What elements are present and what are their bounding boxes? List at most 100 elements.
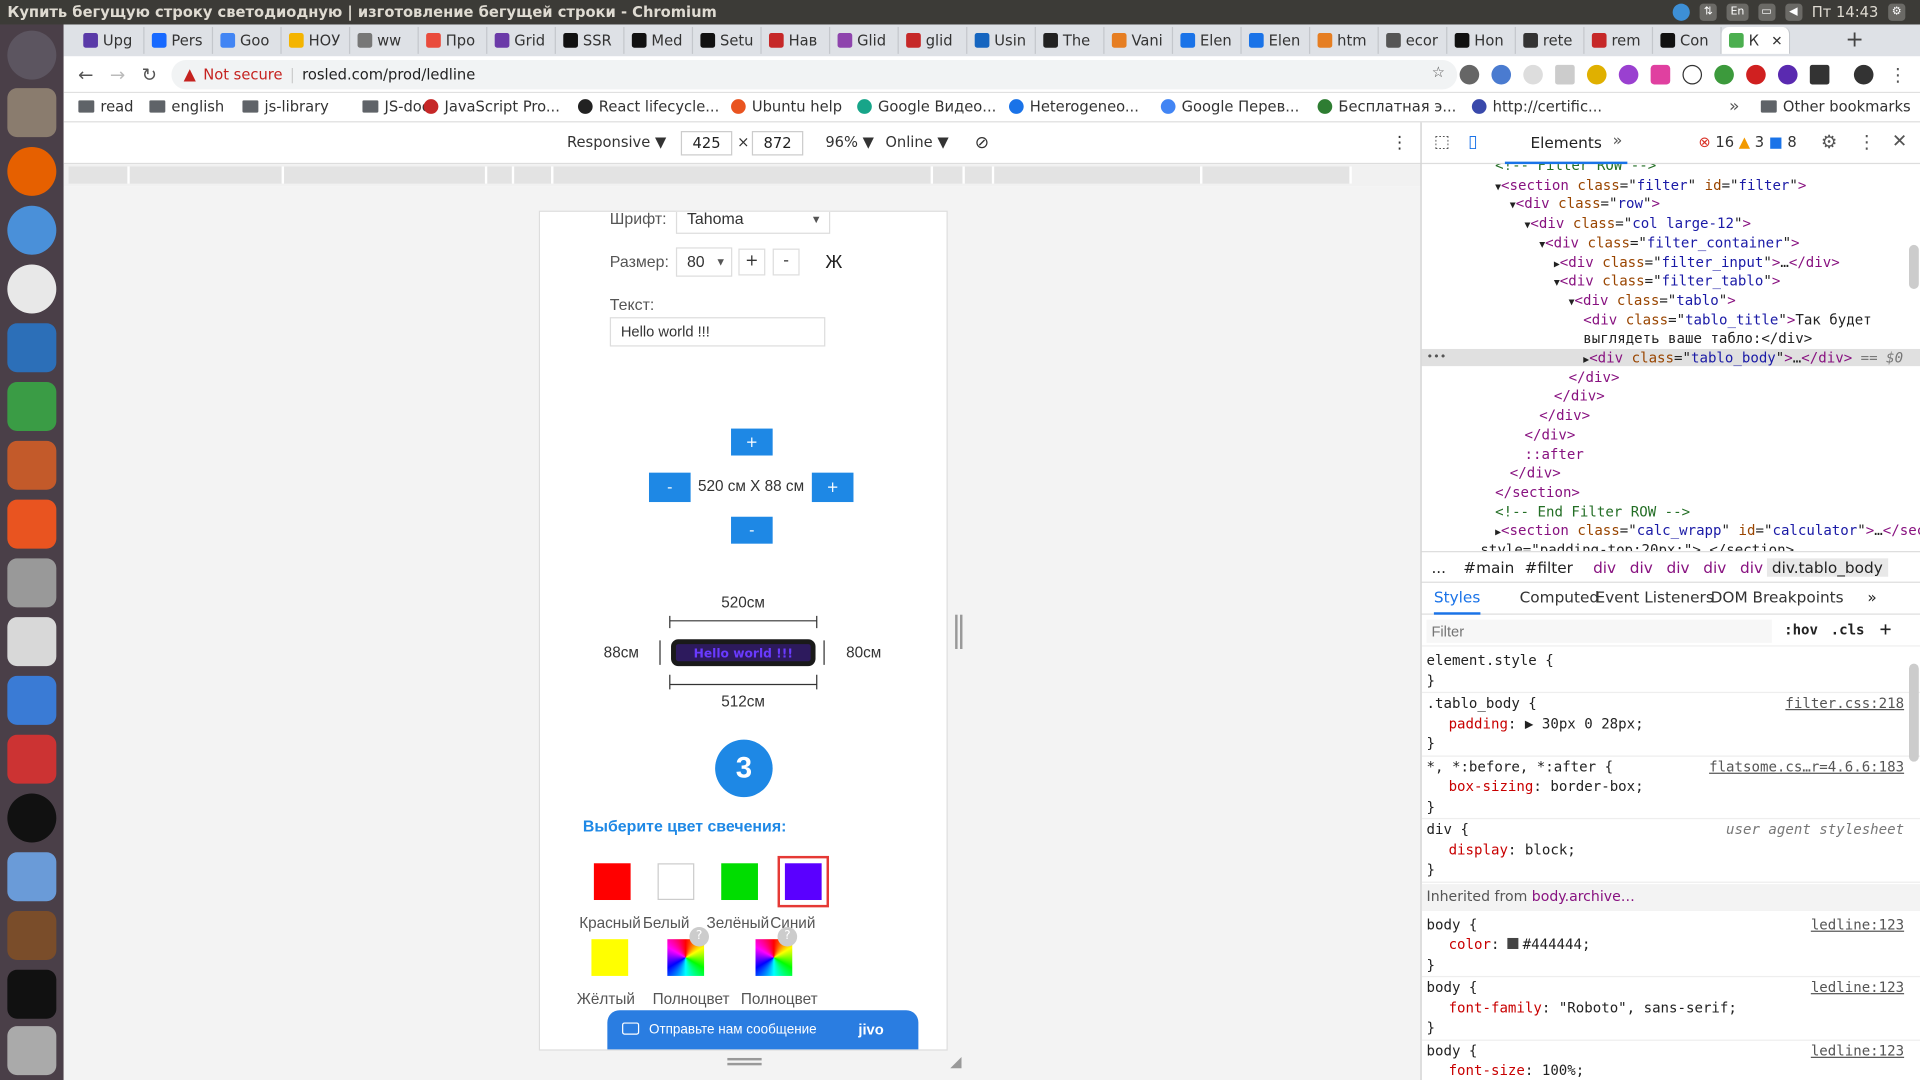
media-query-bar[interactable] [63,164,1421,187]
tab-3[interactable]: Goo [213,26,282,54]
system-monitor-icon[interactable] [7,675,57,725]
size-plus-button[interactable]: + [738,248,766,276]
width-minus-button[interactable]: - [648,472,691,503]
bookmark-item[interactable]: Бесплатная э... [1317,98,1456,115]
css-declaration[interactable]: font-size: 100%; [1449,1062,1585,1079]
tab-13[interactable]: glid [899,26,968,54]
css-source-link[interactable]: flatsome.cs…r=4.6.6:183 [1709,757,1904,774]
menu-kebab-icon[interactable]: ⋮ [1886,62,1910,86]
size-minus-button[interactable]: - [772,248,800,276]
settings-icon[interactable] [7,558,57,608]
issues-counter[interactable]: ⊗ 16 ▲ 3 ■ 8 [1698,133,1796,150]
tab-18[interactable]: Elen [1242,26,1311,54]
dom-node-menu-icon[interactable]: ••• [1427,351,1447,363]
impress-icon[interactable] [7,440,57,490]
breadcrumb-item[interactable]: div.tablo_body [1766,558,1888,577]
writer-icon[interactable] [7,323,57,373]
tab-23[interactable]: rem [1585,26,1654,54]
dom-node[interactable]: </div> [1539,407,1590,424]
library-icon[interactable] [7,911,57,961]
help-badge-icon[interactable]: ? [777,926,798,947]
tab-1[interactable]: Upg [76,26,145,54]
dom-node[interactable]: выглядеть ваше табло:</div> [1583,330,1812,347]
new-tab-button[interactable]: + [1845,27,1863,53]
power-gear-icon[interactable]: ⚙ [1888,3,1906,21]
extension-icon[interactable] [1746,64,1766,85]
tab-10[interactable]: Setu [693,26,762,54]
color-swatch[interactable] [721,863,758,901]
installer-icon[interactable] [7,734,57,784]
slack-icon[interactable] [7,264,57,314]
extension-icon[interactable] [1491,64,1512,85]
dom-node[interactable]: ▶<section class="calc_wrapp" id="calcula… [1495,522,1920,539]
tab-20[interactable]: ecor [1379,26,1448,54]
breadcrumb-item[interactable]: div [1630,558,1653,576]
extension-icon[interactable] [1618,64,1639,85]
bookmark-item[interactable]: Heterogeneo... [1008,98,1139,115]
dom-scrollbar[interactable] [1908,244,1919,289]
dom-node[interactable]: </section> [1495,484,1580,501]
tab-19[interactable]: htm [1310,26,1379,54]
extension-icon[interactable] [1682,64,1703,85]
css-selector[interactable]: body { [1427,915,1478,932]
volume-icon[interactable]: ◀ [1784,3,1802,21]
extension-icon[interactable] [1555,64,1575,85]
bookmark-item[interactable]: JavaScript Pro... [423,98,560,115]
bookmark-star-icon[interactable]: ☆ [1432,64,1445,81]
breadcrumb-item[interactable]: div [1703,558,1726,576]
color-swatch-icon[interactable] [1507,937,1519,949]
more-options-icon[interactable]: ⋮ [1391,133,1408,153]
amazon-icon[interactable] [7,793,57,843]
tab-computed[interactable]: Computed [1520,588,1600,615]
dom-node[interactable]: ▼<div class="filter_tablo"> [1554,272,1780,289]
bold-toggle[interactable]: Ж [825,252,842,273]
css-selector[interactable]: element.style { [1427,651,1554,668]
text-editor-icon[interactable] [7,617,57,667]
phpstorm-icon[interactable] [7,969,57,1019]
more-tabs-icon[interactable]: » [1613,132,1623,150]
tab-7[interactable]: Grid [487,26,556,54]
dom-node[interactable]: </div> [1525,426,1576,443]
css-selector[interactable]: div { [1427,820,1469,837]
extension-icon[interactable] [1586,64,1607,85]
dom-node[interactable]: <!-- End Filter ROW --> [1495,503,1690,520]
font-select[interactable]: Tahoma ▼ [675,211,831,234]
dom-node[interactable]: </div> [1510,464,1561,481]
color-swatch[interactable] [777,855,829,908]
bookmark-item[interactable]: JS-doc [362,98,430,115]
extension-icon[interactable] [1650,64,1671,85]
tab-5[interactable]: ww [350,26,419,54]
back-icon[interactable]: ← [73,62,97,86]
device-toggle-icon[interactable]: ▯ [1468,132,1477,152]
dom-node[interactable]: ▼<div class="filter_container"> [1539,234,1799,251]
breadcrumb-item[interactable]: div [1740,558,1763,576]
size-select[interactable]: 80 ▼ [675,247,733,277]
zoom-select[interactable]: 96% ▼ [825,133,874,150]
breadcrumb-item[interactable]: div [1593,558,1616,576]
firefox-icon[interactable] [7,146,57,196]
tab-24[interactable]: Con [1653,26,1722,54]
dom-node[interactable]: ▶<div class="filter_input">…</div> [1554,253,1840,270]
tab-22[interactable]: rete [1516,26,1585,54]
devtools-menu-icon[interactable]: ⋮ [1858,131,1876,153]
dom-node[interactable]: <!-- Filter ROW --> [1495,164,1656,174]
dom-node[interactable]: ▼<section class="filter" id="filter"> [1495,176,1806,193]
tab-21[interactable]: Hon [1447,26,1516,54]
chromium-indicator-icon[interactable] [1672,3,1691,21]
tab-12[interactable]: Glid [830,26,899,54]
dom-node[interactable]: </div> [1554,387,1605,404]
dom-node[interactable]: ▼<div class="col large-12"> [1525,214,1751,231]
tab-9[interactable]: Med [624,26,694,54]
color-swatch[interactable] [591,939,629,976]
extension-icon[interactable] [1459,64,1480,85]
forward-icon[interactable]: → [105,62,129,86]
css-source-link[interactable]: ledline:123 [1811,1041,1904,1058]
thermometer-icon[interactable] [7,852,57,902]
color-swatch[interactable] [657,863,695,901]
dom-node[interactable]: <div class="tablo_title">Так будет [1583,311,1871,328]
extension-icon[interactable] [1714,64,1734,85]
tab-8[interactable]: SSR [556,26,625,54]
tab-11[interactable]: Нав [762,26,831,54]
extension-icon[interactable] [1777,64,1798,85]
clock[interactable]: Пт 14:43 [1812,4,1879,21]
